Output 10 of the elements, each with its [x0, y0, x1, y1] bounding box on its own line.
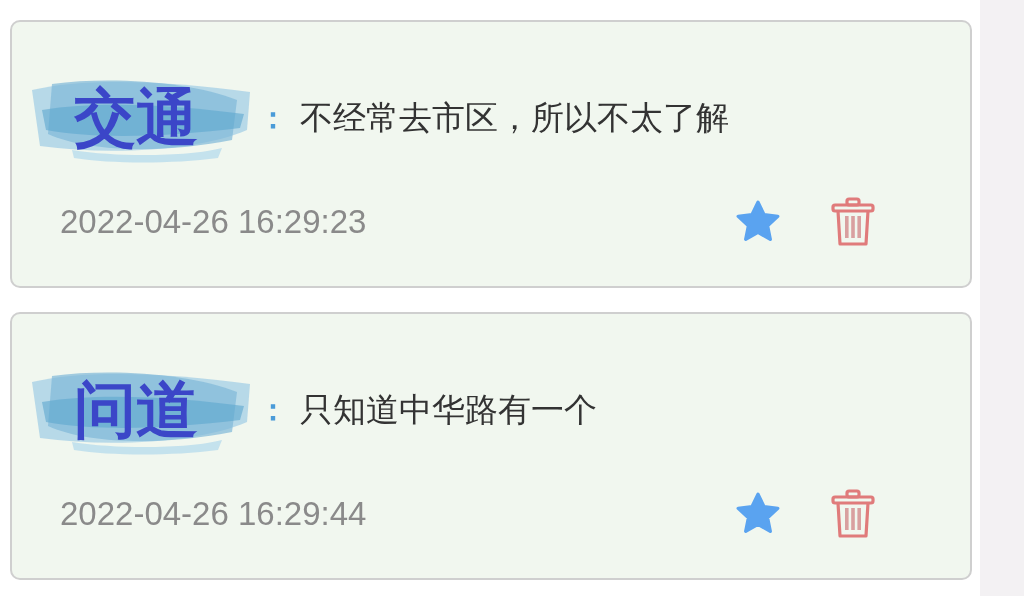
- comment-time: 2022-04-26 16:29:23: [60, 203, 368, 241]
- delete-button[interactable]: [828, 196, 878, 248]
- comment-title: 问道: [74, 379, 198, 441]
- colon-separator: ：: [258, 390, 288, 429]
- delete-button[interactable]: [828, 488, 878, 540]
- comment-text: 只知道中华路有一个: [300, 388, 597, 431]
- colon-separator: ：: [258, 98, 288, 137]
- comment-title: 交通: [74, 87, 198, 149]
- comment-text: 不经常去市区，所以不太了解: [300, 96, 729, 139]
- comment-time: 2022-04-26 16:29:44: [60, 495, 368, 533]
